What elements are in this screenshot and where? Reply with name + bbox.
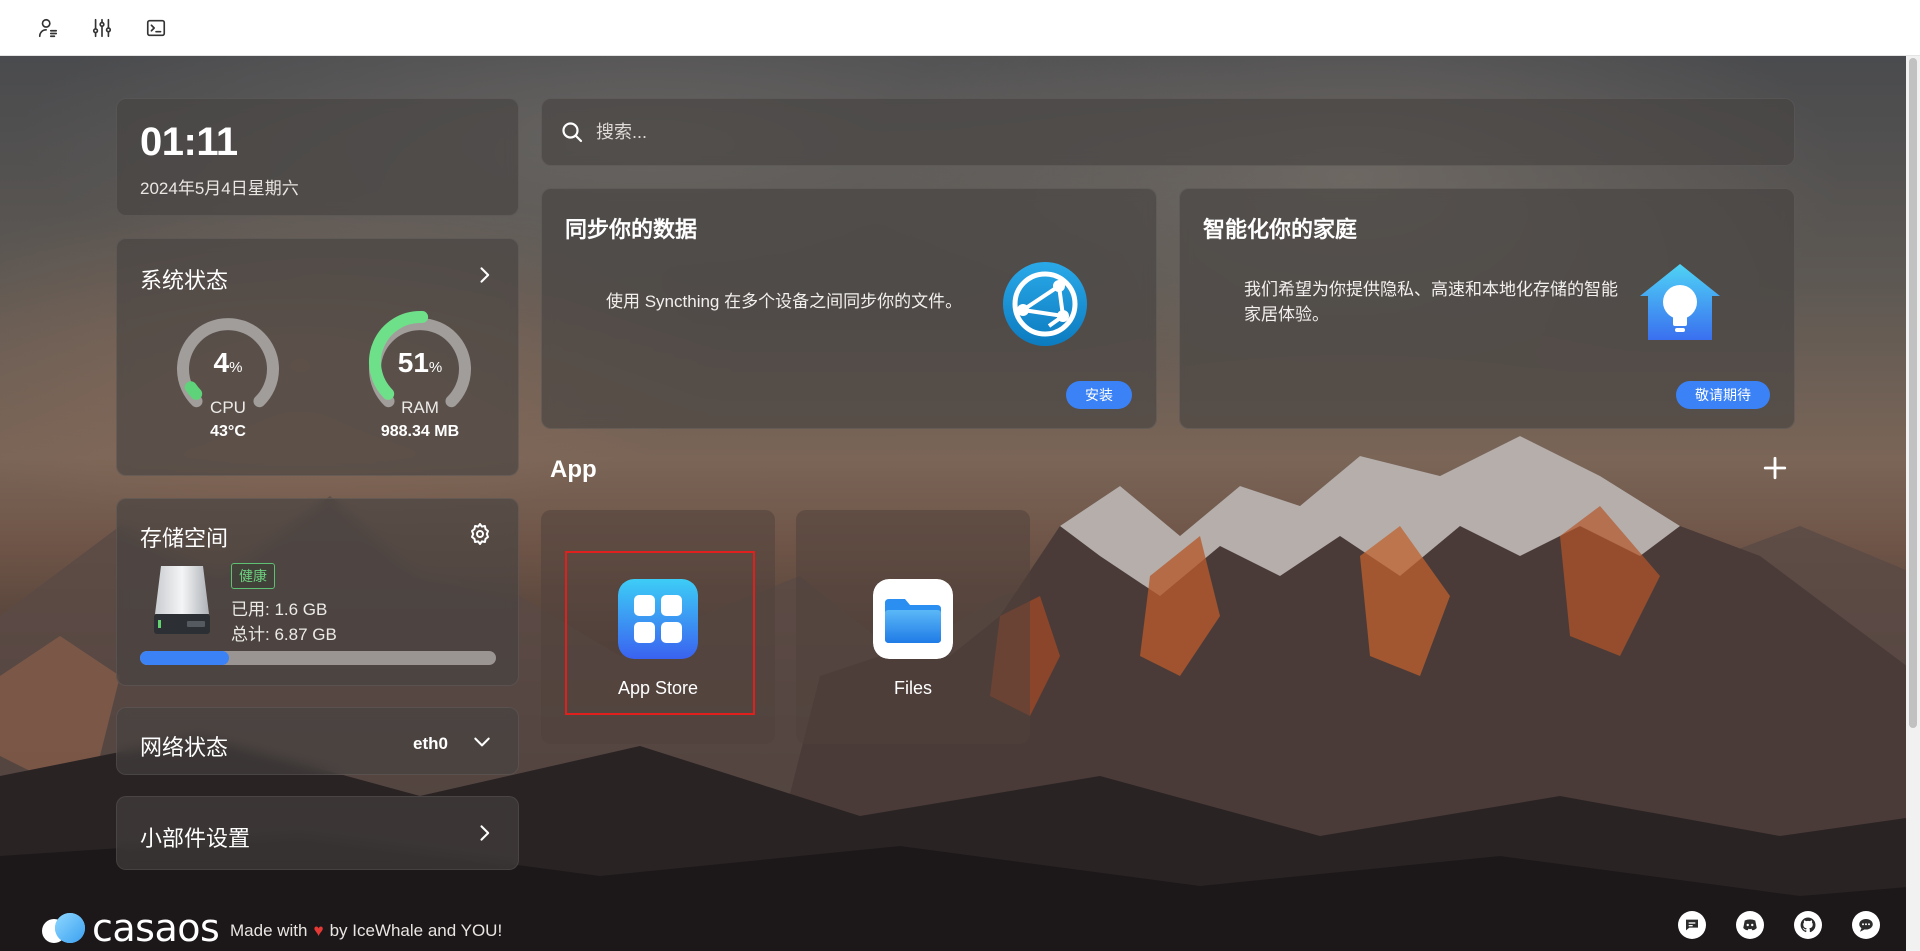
system-status-widget: 系统状态 4% CPU 43°C 51% RAM 988.34 MB — [116, 238, 519, 476]
ram-used: 988.34 MB — [380, 423, 460, 440]
app-tile-app-store[interactable]: App Store — [541, 510, 775, 744]
system-status-title: 系统状态 — [140, 268, 229, 293]
promo-title: 同步你的数据 — [565, 217, 698, 242]
add-app-icon[interactable] — [1762, 455, 1788, 481]
search-icon — [562, 122, 583, 143]
widget-settings-button[interactable]: 小部件设置 — [116, 796, 519, 870]
chevron-right-icon[interactable] — [474, 823, 494, 843]
cpu-percent: 4% — [213, 347, 243, 378]
storage-widget: 存储空间 健康 已用: 1.6 GB 总计: 6.87 GB — [116, 498, 519, 686]
scrollbar-thumb[interactable] — [1909, 58, 1917, 728]
chevron-down-icon[interactable] — [472, 732, 492, 752]
promo-text: 使用 Syncthing 在多个设备之间同步你的文件。 — [606, 292, 963, 311]
casaos-logo-icon — [42, 913, 85, 943]
terminal-icon[interactable] — [144, 16, 168, 40]
coming-soon-button[interactable]: 敬请期待 — [1676, 381, 1770, 409]
sliders-icon[interactable] — [90, 16, 114, 40]
app-label: App Store — [617, 678, 699, 698]
footer-credit: Made with ♥ by IceWhale and YOU! — [230, 921, 502, 941]
widget-settings-title: 小部件设置 — [140, 826, 251, 851]
clock-widget: 01:11 2024年5月4日星期六 — [116, 98, 519, 216]
cpu-label: CPU — [210, 398, 246, 417]
app-label: Files — [893, 678, 932, 698]
promo-text: 我们希望为你提供隐私、高速和本地化存储的智能家居体验。 — [1244, 280, 1618, 324]
syncthing-icon — [1003, 262, 1087, 346]
app-store-icon — [618, 579, 698, 659]
casaos-logo: casaos — [40, 906, 220, 950]
ram-gauge: 51% RAM 988.34 MB — [355, 307, 485, 447]
promo-card-smart-home: 智能化你的家庭 我们希望为你提供隐私、高速和本地化存储的智能家居体验。 敬请期待 — [1179, 188, 1795, 429]
hard-disk-icon — [154, 566, 210, 634]
ram-percent: 51% — [397, 347, 443, 378]
user-settings-icon[interactable] — [36, 16, 60, 40]
promo-title: 智能化你的家庭 — [1203, 217, 1358, 242]
made-with-text: Made with — [230, 921, 308, 940]
health-badge: 健康 — [231, 563, 275, 589]
app-section-heading: App — [550, 456, 597, 483]
chat-icon[interactable] — [1852, 911, 1880, 939]
cpu-gauge: 4% CPU 43°C — [163, 307, 293, 447]
heart-icon: ♥ — [313, 921, 324, 940]
network-widget[interactable]: 网络状态 eth0 — [116, 707, 519, 775]
clock-time: 01:11 — [140, 120, 238, 164]
network-interface[interactable]: eth0 — [413, 734, 448, 754]
install-button[interactable]: 安装 — [1066, 381, 1132, 409]
chevron-right-icon[interactable] — [474, 265, 494, 285]
footer-links — [1678, 911, 1880, 939]
smart-home-icon — [1640, 264, 1720, 340]
storage-usage-fill — [140, 651, 229, 665]
storage-usage-bar — [140, 651, 496, 665]
search-input[interactable] — [596, 121, 1746, 143]
page-scrollbar[interactable] — [1906, 56, 1920, 951]
gear-icon[interactable] — [468, 522, 492, 546]
promo-card-syncthing: 同步你的数据 使用 Syncthing 在多个设备之间同步你的文件。 安装 — [541, 188, 1157, 429]
github-icon[interactable] — [1794, 911, 1822, 939]
network-title: 网络状态 — [140, 735, 229, 760]
top-bar — [0, 0, 1920, 56]
feedback-icon[interactable] — [1678, 911, 1706, 939]
clock-date: 2024年5月4日星期六 — [140, 179, 299, 198]
storage-total: 总计: 6.87 GB — [231, 625, 337, 644]
search-bar[interactable] — [541, 98, 1795, 166]
storage-title: 存储空间 — [140, 526, 229, 551]
storage-used: 已用: 1.6 GB — [231, 600, 328, 619]
casaos-logo-text: casaos — [92, 906, 220, 950]
cpu-temperature: 43°C — [210, 423, 246, 440]
app-tile-files[interactable]: Files — [796, 510, 1030, 744]
ram-label: RAM — [401, 398, 439, 417]
discord-icon[interactable] — [1736, 911, 1764, 939]
files-icon — [873, 579, 953, 659]
by-text: by IceWhale and YOU! — [329, 921, 503, 940]
